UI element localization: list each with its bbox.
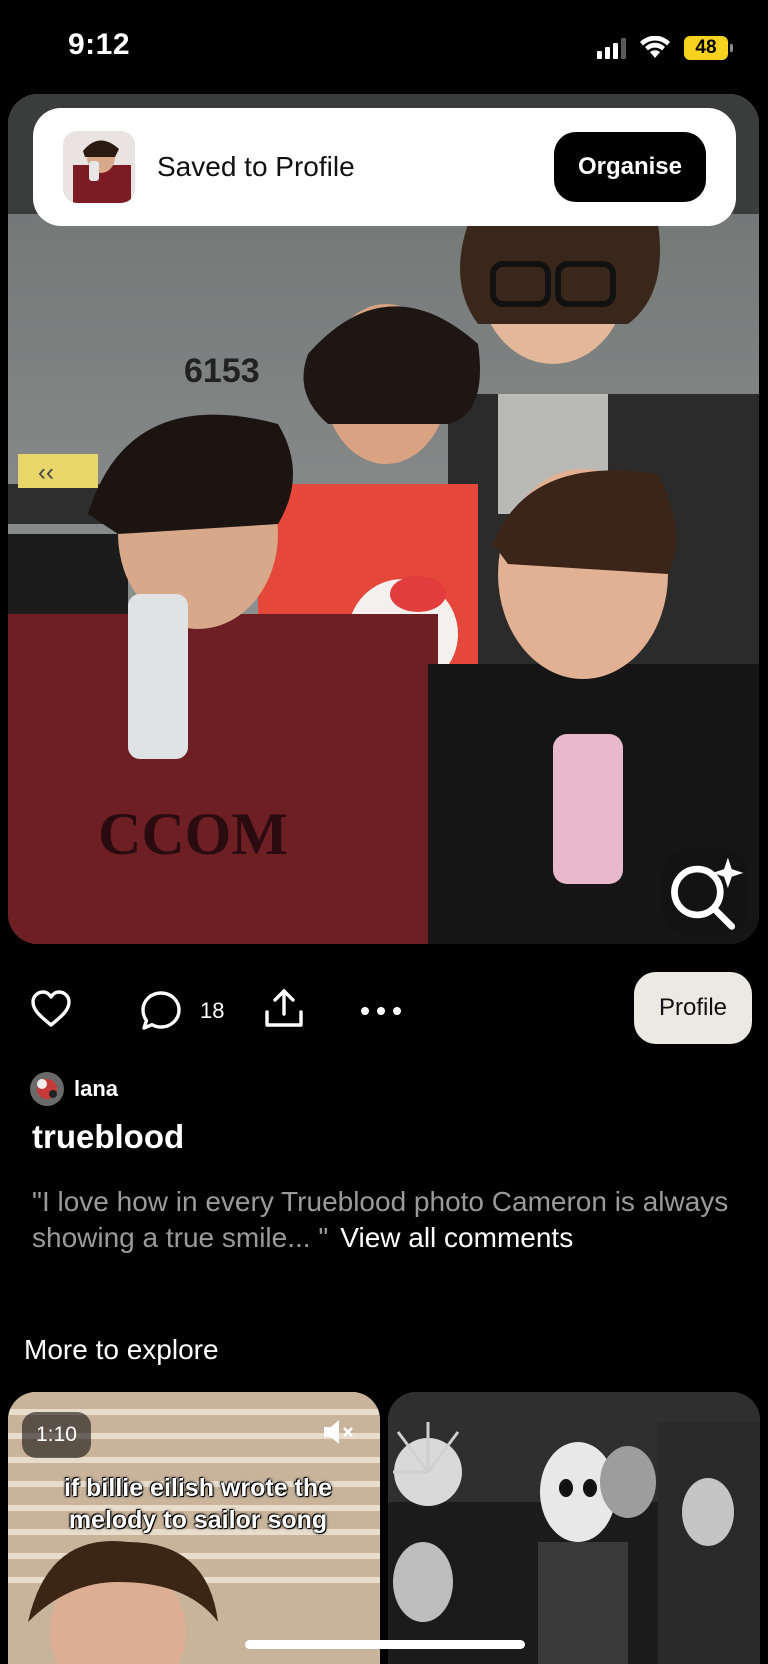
mute-toggle[interactable] (322, 1418, 354, 1451)
organise-button[interactable]: Organise (553, 132, 706, 202)
saved-toast: Saved to Profile Organise (33, 108, 736, 226)
status-indicators: 48 (597, 34, 733, 62)
comment-count: 18 (200, 998, 225, 1023)
explore-card[interactable]: 1:10 if billie eilish wrote the melody t… (8, 1392, 380, 1664)
explore-heading: More to explore (24, 1334, 219, 1365)
wifi-icon (640, 36, 670, 58)
lens-sparkle-icon (671, 857, 744, 930)
share-upload-icon (265, 989, 303, 1027)
battery-level: 48 (695, 37, 717, 58)
pin-author[interactable]: lana (30, 1072, 118, 1106)
comment-preview[interactable]: "I love how in every Trueblood photo Cam… (32, 1184, 744, 1256)
video-duration-badge: 1:10 (22, 1412, 91, 1458)
home-indicator[interactable] (245, 1640, 525, 1649)
battery-indicator: 48 (684, 36, 733, 60)
more-options-button[interactable] (360, 1006, 402, 1016)
toast-message: Saved to Profile (157, 151, 355, 182)
view-all-comments-link[interactable]: View all comments (340, 1222, 573, 1253)
status-time: 9:12 (68, 28, 131, 61)
pin-action-row: 18 Profile (0, 972, 768, 1048)
status-bar: 9:12 48 (0, 0, 768, 96)
saved-pin-thumbnail (63, 131, 135, 203)
comment-button[interactable] (140, 990, 182, 1032)
explore-card-thumbnail (388, 1392, 760, 1664)
speaker-muted-icon (324, 1420, 353, 1444)
svg-text:CCOM: CCOM (98, 801, 288, 867)
like-button[interactable] (30, 990, 72, 1028)
comment-bubble-icon (141, 991, 181, 1030)
avatar (30, 1072, 64, 1106)
author-name: lana (74, 1076, 119, 1101)
ellipsis-icon (361, 1007, 401, 1015)
share-button[interactable] (262, 986, 306, 1030)
cellular-signal-icon (597, 37, 626, 59)
profile-button[interactable]: Profile (634, 972, 752, 1044)
explore-card[interactable] (388, 1392, 760, 1664)
svg-text:‹‹: ‹‹ (38, 459, 54, 486)
visual-search-button[interactable] (663, 850, 747, 934)
pin-title: trueblood (32, 1118, 185, 1155)
sign-number: 6153 (184, 352, 260, 390)
video-caption: if billie eilish wrote the melody to sai… (63, 1474, 333, 1534)
heart-outline-icon (31, 990, 71, 1027)
